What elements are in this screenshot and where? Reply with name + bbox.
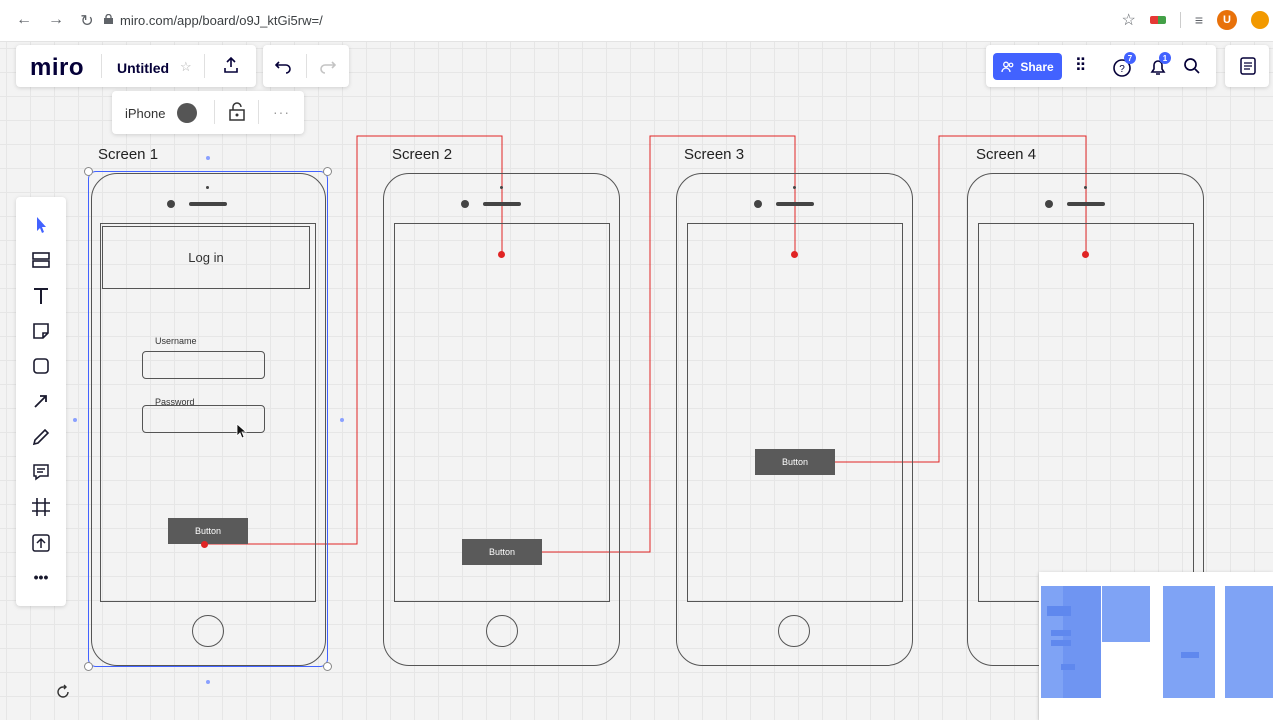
selection-box[interactable] — [88, 171, 328, 667]
camera-icon — [461, 200, 469, 208]
home-button — [486, 615, 518, 647]
divider — [306, 54, 307, 78]
text-icon[interactable] — [29, 284, 53, 308]
camera-icon — [754, 200, 762, 208]
minimap-frame — [1225, 586, 1273, 698]
pen-icon[interactable] — [29, 425, 53, 449]
upload-icon[interactable] — [29, 531, 53, 555]
people-icon — [1001, 61, 1014, 72]
templates-icon[interactable] — [29, 248, 53, 272]
minimap-gap — [1101, 642, 1163, 698]
lock-icon[interactable] — [228, 102, 246, 122]
notifications-badge: 1 — [1159, 52, 1171, 64]
comment-icon[interactable] — [29, 460, 53, 484]
mouse-cursor-icon — [236, 423, 248, 439]
search-icon[interactable] — [1183, 57, 1201, 75]
sticky-note-icon[interactable] — [29, 319, 53, 343]
minimap-element — [1047, 606, 1071, 616]
minimap-footer — [1039, 698, 1273, 720]
help-badge: 7 — [1124, 52, 1136, 64]
resize-handle[interactable] — [323, 662, 332, 671]
frame-icon[interactable] — [29, 495, 53, 519]
divider — [258, 100, 259, 124]
home-button — [778, 615, 810, 647]
minimap-element — [1051, 630, 1071, 636]
screen-label: Screen 1 — [98, 146, 159, 163]
screen-label: Screen 3 — [684, 146, 745, 163]
speaker-icon — [483, 202, 521, 206]
connection-point[interactable] — [340, 418, 344, 422]
minimap-element — [1181, 652, 1199, 658]
star-icon[interactable]: ☆ — [180, 59, 192, 75]
shape-type-label[interactable]: iPhone — [125, 106, 165, 121]
undo-icon[interactable] — [275, 58, 293, 74]
shape-icon[interactable] — [29, 354, 53, 378]
board-title[interactable]: Untitled — [117, 60, 169, 76]
share-button[interactable]: Share — [993, 53, 1062, 80]
resize-handle[interactable] — [323, 167, 332, 176]
phone-screen — [978, 223, 1194, 602]
minimap-element — [1051, 640, 1071, 646]
wireframe-button[interactable]: Button — [755, 449, 835, 475]
connection-point[interactable] — [206, 680, 210, 684]
screen-label: Screen 2 — [392, 146, 453, 163]
connector-arrow-icon[interactable] — [29, 389, 53, 413]
more-options-icon[interactable]: ··· — [273, 104, 290, 120]
sensor-dot — [500, 186, 503, 189]
redo-icon[interactable] — [318, 58, 336, 74]
rotate-icon[interactable] — [55, 684, 71, 700]
camera-icon — [1045, 200, 1053, 208]
settings-sliders-icon[interactable]: ⫶⫶ — [1076, 55, 1085, 76]
connector-dot[interactable] — [791, 251, 798, 258]
minimap-gap — [1215, 642, 1225, 698]
miro-logo[interactable]: miro — [30, 54, 84, 82]
minimap-frame — [1163, 586, 1215, 698]
screen-label: Screen 4 — [976, 146, 1037, 163]
select-icon[interactable] — [29, 213, 53, 237]
connection-point[interactable] — [206, 156, 210, 160]
resize-handle[interactable] — [84, 167, 93, 176]
sensor-dot — [793, 186, 796, 189]
phone-screen — [687, 223, 903, 602]
connection-point[interactable] — [73, 418, 77, 422]
connector-dot[interactable] — [498, 251, 505, 258]
svg-text:?: ? — [1119, 64, 1125, 75]
resize-handle[interactable] — [84, 662, 93, 671]
color-swatch[interactable] — [177, 103, 197, 123]
divider — [101, 54, 102, 78]
notes-menu-icon[interactable] — [1240, 57, 1256, 75]
sensor-dot — [1084, 186, 1087, 189]
wireframe-button[interactable]: Button — [462, 539, 542, 565]
speaker-icon — [1067, 202, 1105, 206]
minimap-element — [1061, 664, 1075, 670]
share-label: Share — [1020, 59, 1054, 74]
speaker-icon — [776, 202, 814, 206]
more-tools-icon[interactable]: ••• — [29, 565, 53, 589]
export-icon[interactable] — [222, 56, 240, 74]
divider — [214, 100, 215, 124]
connector-dot[interactable] — [1082, 251, 1089, 258]
minimap[interactable] — [1039, 572, 1273, 720]
divider — [204, 54, 205, 78]
